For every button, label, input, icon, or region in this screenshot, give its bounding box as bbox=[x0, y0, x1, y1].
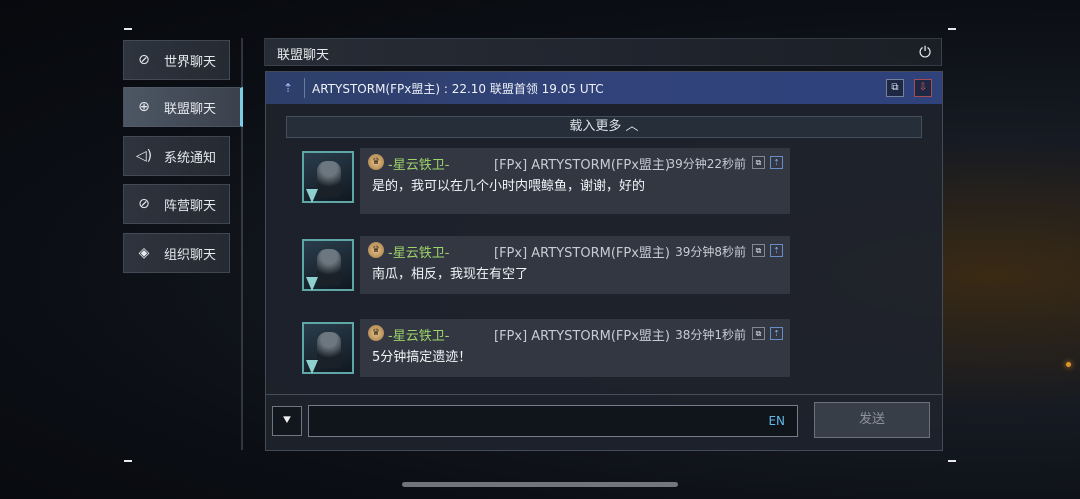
rank-badge-icon: ♛ bbox=[368, 325, 384, 341]
divider bbox=[266, 394, 942, 395]
rank-badge-icon: ♛ bbox=[368, 242, 384, 258]
home-indicator[interactable] bbox=[402, 482, 678, 487]
language-toggle[interactable]: EN bbox=[768, 414, 785, 428]
avatar[interactable] bbox=[302, 239, 354, 291]
copy-icon[interactable]: ⧉ bbox=[752, 244, 765, 257]
message-list[interactable]: ♛ -星云铁卫- [FPx] ARTYSTORM(FPx盟主) 39分钟22秒前… bbox=[266, 142, 942, 392]
planet-icon: ⊘ bbox=[138, 52, 150, 68]
pin-up-icon[interactable]: ⇡ bbox=[770, 244, 783, 257]
chat-message: ♛ -星云铁卫- [FPx] ARTYSTORM(FPx盟主) 38分钟1秒前 … bbox=[302, 319, 802, 385]
pinned-message-text: ARTYSTORM(FPx盟主) : 22.10 联盟首领 19.05 UTC bbox=[312, 82, 604, 96]
sidebar-item-organization-chat[interactable]: ◈ 组织聊天 bbox=[123, 233, 230, 273]
sender-name[interactable]: [FPx] ARTYSTORM(FPx盟主) bbox=[494, 325, 670, 344]
speaker-icon: ◁) bbox=[135, 148, 153, 164]
timestamp: 38分钟1秒前 bbox=[675, 328, 746, 342]
message-bubble: ♛ -星云铁卫- [FPx] ARTYSTORM(FPx盟主) 38分钟1秒前 … bbox=[360, 319, 790, 377]
avatar[interactable] bbox=[302, 151, 354, 203]
timestamp: 39分钟22秒前 bbox=[667, 157, 746, 171]
background-light bbox=[1066, 362, 1071, 367]
diamond-icon: ◈ bbox=[138, 245, 150, 261]
load-more-button[interactable]: 载入更多 ︿ bbox=[286, 116, 922, 138]
sidebar-item-alliance-chat[interactable]: ⊕ 联盟聊天 bbox=[123, 87, 243, 127]
send-button[interactable]: 发送 bbox=[814, 402, 930, 438]
sidebar-item-system-notice[interactable]: ◁) 系统通知 bbox=[123, 136, 230, 176]
sender-name[interactable]: [FPx] ARTYSTORM(FPx盟主) bbox=[494, 154, 670, 173]
guild-tag: -星云铁卫- bbox=[388, 329, 450, 344]
panel-header: 联盟聊天 ⏻ bbox=[264, 38, 942, 66]
sidebar-item-world-chat[interactable]: ⊘ 世界聊天 bbox=[123, 40, 230, 80]
guild-tag: -星云铁卫- bbox=[388, 246, 450, 261]
chat-message: ♛ -星云铁卫- [FPx] ARTYSTORM(FPx盟主) 39分钟8秒前 … bbox=[302, 236, 802, 302]
pinned-message-bar[interactable]: ⇡ ARTYSTORM(FPx盟主) : 22.10 联盟首领 19.05 UT… bbox=[266, 72, 942, 104]
divider bbox=[304, 78, 305, 98]
collapse-toggle-button[interactable]: ⯆ bbox=[272, 406, 302, 436]
rank-badge-icon: ♛ bbox=[368, 154, 384, 170]
sidebar-item-faction-chat[interactable]: ⊘ 阵营聊天 bbox=[123, 184, 230, 224]
avatar[interactable] bbox=[302, 322, 354, 374]
chat-input[interactable]: EN bbox=[308, 405, 798, 437]
message-text: 南瓜，相反，我现在有空了 bbox=[372, 267, 529, 282]
page-title: 联盟聊天 bbox=[277, 48, 330, 63]
corner-mark bbox=[948, 460, 956, 462]
planet-icon: ⊘ bbox=[138, 196, 150, 212]
corner-mark bbox=[124, 460, 132, 462]
sidebar-item-label: 系统通知 bbox=[164, 150, 217, 166]
sidebar-item-label: 阵营聊天 bbox=[164, 198, 217, 214]
pin-icon: ⇡ bbox=[282, 81, 294, 95]
globe-icon: ⊕ bbox=[138, 99, 150, 115]
pin-up-icon[interactable]: ⇡ bbox=[770, 156, 783, 169]
copy-icon[interactable]: ⧉ bbox=[752, 156, 765, 169]
copy-icon[interactable]: ⧉ bbox=[752, 327, 765, 340]
chat-message: ♛ -星云铁卫- [FPx] ARTYSTORM(FPx盟主) 39分钟22秒前… bbox=[302, 148, 802, 214]
message-text: 是的，我可以在几个小时内喂鲸鱼，谢谢，好的 bbox=[372, 179, 646, 194]
guild-tag: -星云铁卫- bbox=[388, 158, 450, 173]
message-bubble: ♛ -星云铁卫- [FPx] ARTYSTORM(FPx盟主) 39分钟8秒前 … bbox=[360, 236, 790, 294]
corner-mark bbox=[124, 28, 132, 30]
timestamp: 39分钟8秒前 bbox=[675, 245, 746, 259]
pin-up-icon[interactable]: ⇡ bbox=[770, 327, 783, 340]
message-text: 5分钟搞定遗迹！ bbox=[372, 350, 472, 365]
chat-panel: ⇡ ARTYSTORM(FPx盟主) : 22.10 联盟首领 19.05 UT… bbox=[265, 71, 943, 451]
corner-mark bbox=[948, 28, 956, 30]
sidebar-item-label: 联盟聊天 bbox=[164, 101, 217, 117]
channel-sidebar: ⊘ 世界聊天 ⊕ 联盟聊天 ◁) 系统通知 ⊘ 阵营聊天 ◈ 组织聊天 bbox=[123, 38, 243, 450]
sidebar-item-label: 世界聊天 bbox=[164, 54, 217, 70]
copy-icon[interactable]: ⧉ bbox=[886, 79, 904, 97]
sender-name[interactable]: [FPx] ARTYSTORM(FPx盟主) bbox=[494, 242, 670, 261]
sidebar-item-label: 组织聊天 bbox=[164, 247, 217, 263]
message-bubble: ♛ -星云铁卫- [FPx] ARTYSTORM(FPx盟主) 39分钟22秒前… bbox=[360, 148, 790, 214]
power-icon[interactable]: ⏻ bbox=[915, 42, 935, 62]
download-icon[interactable]: ⇩ bbox=[914, 79, 932, 97]
